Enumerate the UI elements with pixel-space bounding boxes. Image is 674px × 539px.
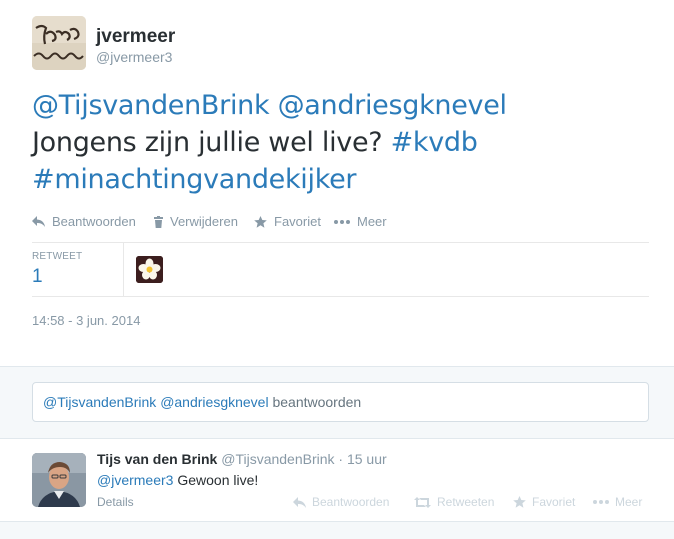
- more-dots-icon: [593, 500, 609, 504]
- trash-icon: [154, 215, 163, 228]
- reply-header: Tijs van den Brink @TijsvandenBrink · 15…: [97, 451, 387, 467]
- tweet-text-body: Jongens zijn jullie wel live?: [32, 127, 391, 158]
- reply-tweet-more-label: Meer: [615, 495, 643, 509]
- reply-tweet[interactable]: Tijs van den Brink @TijsvandenBrink · 15…: [0, 439, 674, 521]
- tweet-author-name[interactable]: jvermeer: [96, 26, 175, 48]
- reply-author-avatar[interactable]: [32, 453, 86, 507]
- retweet-button[interactable]: Retweeten: [414, 495, 494, 509]
- reply-tweet-favorite-button[interactable]: Favoriet: [513, 495, 575, 509]
- hashtag-link-minachting[interactable]: #minachtingvandekijker: [32, 164, 357, 195]
- reply-author-name[interactable]: Tijs van den Brink: [97, 451, 217, 467]
- reply-avatar-image: [32, 453, 86, 507]
- stats-divider: [123, 243, 124, 296]
- favorite-label: Favoriet: [274, 214, 321, 229]
- retweet-label: Retweeten: [437, 495, 495, 509]
- reply-time[interactable]: · 15 uur: [338, 451, 386, 467]
- avatar[interactable]: [32, 16, 86, 70]
- reply-tweet-more-button[interactable]: Meer: [593, 495, 642, 509]
- tweet-author-handle[interactable]: @jvermeer3: [96, 49, 172, 65]
- more-label: Meer: [357, 214, 387, 229]
- reply-author-handle[interactable]: @TijsvandenBrink: [221, 451, 334, 467]
- retweet-count[interactable]: 1: [32, 266, 43, 288]
- reply-input-mention-2: @andriesgknevel: [160, 394, 269, 410]
- delete-label: Verwijderen: [170, 214, 238, 229]
- reply-label: Beantwoorden: [52, 214, 136, 229]
- star-icon: [254, 215, 267, 228]
- reply-body: Gewoon live!: [177, 472, 259, 488]
- flower-icon: [136, 256, 163, 283]
- footer-strip: [0, 521, 674, 539]
- more-dots-icon: [334, 219, 350, 224]
- reply-mention-link[interactable]: @jvermeer3: [97, 472, 173, 488]
- reply-tweet-favorite-label: Favoriet: [532, 495, 576, 509]
- main-tweet: jvermeer @jvermeer3 @TijsvandenBrink @an…: [0, 0, 674, 366]
- retweet-icon: [414, 496, 431, 508]
- retweet-stat-label: RETWEET: [32, 251, 83, 262]
- star-icon: [513, 496, 526, 508]
- tweet-mentions-link[interactable]: @TijsvandenBrink @andriesgknevel: [32, 90, 507, 121]
- tweet-stats: RETWEET 1: [32, 242, 649, 297]
- reply-input-mention-1: @TijsvandenBrink: [43, 394, 157, 410]
- reply-tweet-reply-label: Beantwoorden: [312, 495, 390, 509]
- details-link[interactable]: Details: [97, 495, 134, 509]
- more-button[interactable]: Meer: [334, 214, 387, 229]
- reply-icon: [32, 216, 45, 227]
- avatar-image: [32, 16, 86, 70]
- reply-input-placeholder: beantwoorden: [272, 394, 362, 410]
- delete-button[interactable]: Verwijderen: [154, 214, 238, 229]
- reply-button[interactable]: Beantwoorden: [32, 214, 136, 229]
- retweeter-avatar[interactable]: [136, 256, 163, 283]
- reply-text: @jvermeer3 Gewoon live!: [97, 472, 258, 488]
- reply-composer-area: @TijsvandenBrink @andriesgknevel beantwo…: [0, 366, 674, 439]
- tweet-timestamp[interactable]: 14:58 - 3 jun. 2014: [32, 313, 140, 328]
- reply-tweet-reply-button[interactable]: Beantwoorden: [293, 495, 389, 509]
- reply-icon: [293, 496, 306, 508]
- favorite-button[interactable]: Favoriet: [254, 214, 321, 229]
- tweet-text: @TijsvandenBrink @andriesgknevel Jongens…: [32, 87, 652, 198]
- hashtag-link-kvdb[interactable]: #kvdb: [391, 127, 478, 158]
- reply-input[interactable]: @TijsvandenBrink @andriesgknevel beantwo…: [32, 382, 649, 422]
